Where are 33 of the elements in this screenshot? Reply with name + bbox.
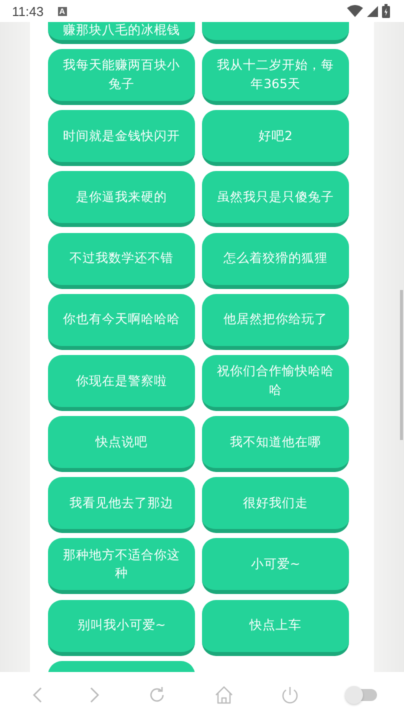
phrase-button[interactable]: 别叫我小可爱~ bbox=[48, 600, 195, 656]
phrase-button[interactable]: 祝你们合作愉快哈哈哈 bbox=[202, 354, 349, 411]
phrase-button[interactable]: 好吧2 bbox=[202, 110, 349, 166]
battery-icon bbox=[382, 4, 390, 18]
phrase-button[interactable]: 你也有今天啊哈哈哈 bbox=[48, 294, 195, 350]
phrase-button[interactable]: 时间就是金钱快闪开 bbox=[48, 110, 195, 166]
phrase-button[interactable]: 不过我数学还不错 bbox=[48, 232, 195, 289]
clock: 11:43 bbox=[12, 4, 44, 18]
phrase-button[interactable]: 虽然我只是只傻兔子 bbox=[202, 171, 349, 228]
blank-button[interactable] bbox=[202, 22, 349, 44]
phrase-button[interactable]: 很好我们走 bbox=[202, 477, 349, 534]
phrase-button[interactable]: 我不知道他在哪 bbox=[202, 416, 349, 472]
back-icon[interactable] bbox=[32, 687, 42, 703]
refresh-icon[interactable] bbox=[148, 686, 166, 704]
phrase-button[interactable]: 快点说吧 bbox=[48, 416, 195, 472]
phrase-button[interactable]: 我每天能赚两百块小兔子 bbox=[48, 48, 195, 105]
phrase-button[interactable]: 赚那块八毛的冰棍钱 bbox=[48, 22, 195, 44]
toggle-switch[interactable] bbox=[346, 689, 377, 701]
signal-icon bbox=[367, 6, 378, 16]
phrase-button[interactable]: 我从十二岁开始，每年365天 bbox=[202, 48, 349, 105]
power-icon[interactable] bbox=[280, 686, 299, 704]
phrase-button[interactable]: 是你逼我来硬的 bbox=[48, 171, 195, 228]
phrase-button[interactable]: 快点上车 bbox=[202, 600, 349, 656]
phrase-button[interactable]: 你现在是警察啦 bbox=[48, 354, 195, 411]
phrase-button[interactable]: 那种地方不适合你这种 bbox=[48, 538, 195, 594]
phrase-button[interactable]: 他居然把你给玩了 bbox=[202, 294, 349, 350]
home-icon[interactable] bbox=[214, 686, 233, 704]
phrase-button[interactable]: 怎么着狡猾的狐狸 bbox=[202, 232, 349, 289]
phrase-button[interactable]: 我看见他去了那边 bbox=[48, 477, 195, 534]
notification-icon: A bbox=[58, 6, 67, 16]
wifi-icon bbox=[347, 5, 363, 17]
forward-icon[interactable] bbox=[90, 687, 100, 703]
phrase-button[interactable]: 小可爱~ bbox=[202, 538, 349, 594]
